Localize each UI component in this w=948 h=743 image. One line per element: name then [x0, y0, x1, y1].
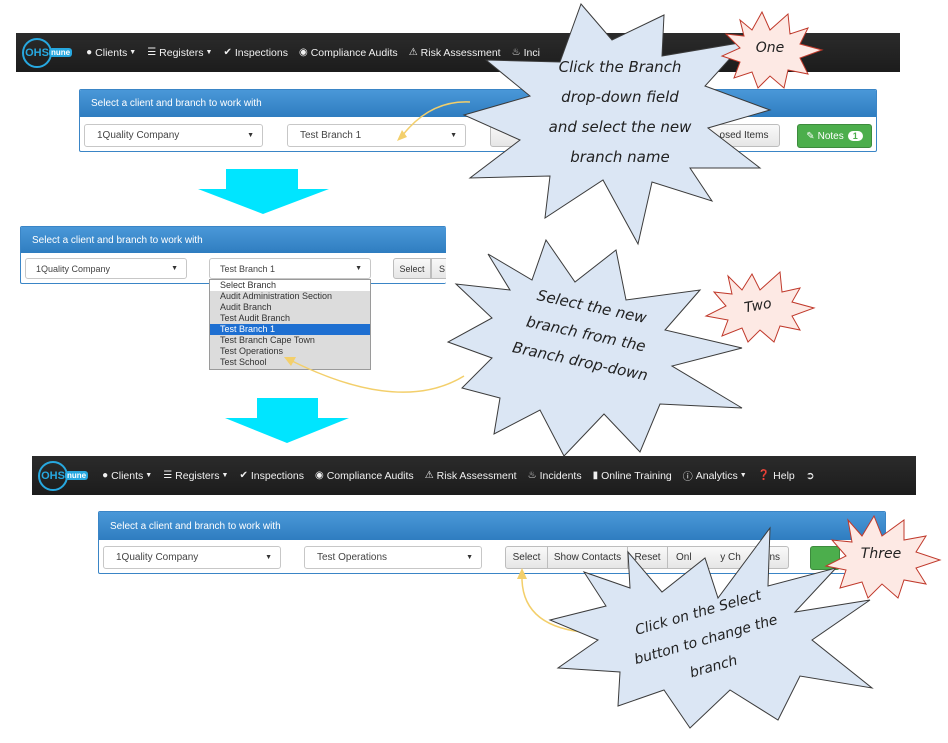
connector-curve-1 — [401, 101, 471, 137]
burst-three-text: Three — [860, 546, 902, 562]
down-arrow-1 — [198, 169, 329, 214]
burst-one-text: One — [755, 40, 785, 56]
callout-1-line: drop-down field — [561, 88, 679, 106]
down-arrow-2 — [225, 398, 349, 443]
connector-curve-2 — [289, 359, 465, 393]
connector-arrowhead-3 — [517, 568, 527, 579]
callout-1-line: Click the Branch — [558, 58, 682, 76]
callout-1-text: Click the Branch drop-down field and sel… — [520, 52, 720, 172]
callout-1-line: branch name — [570, 148, 670, 166]
callout-1-line: and select the new — [548, 118, 692, 136]
